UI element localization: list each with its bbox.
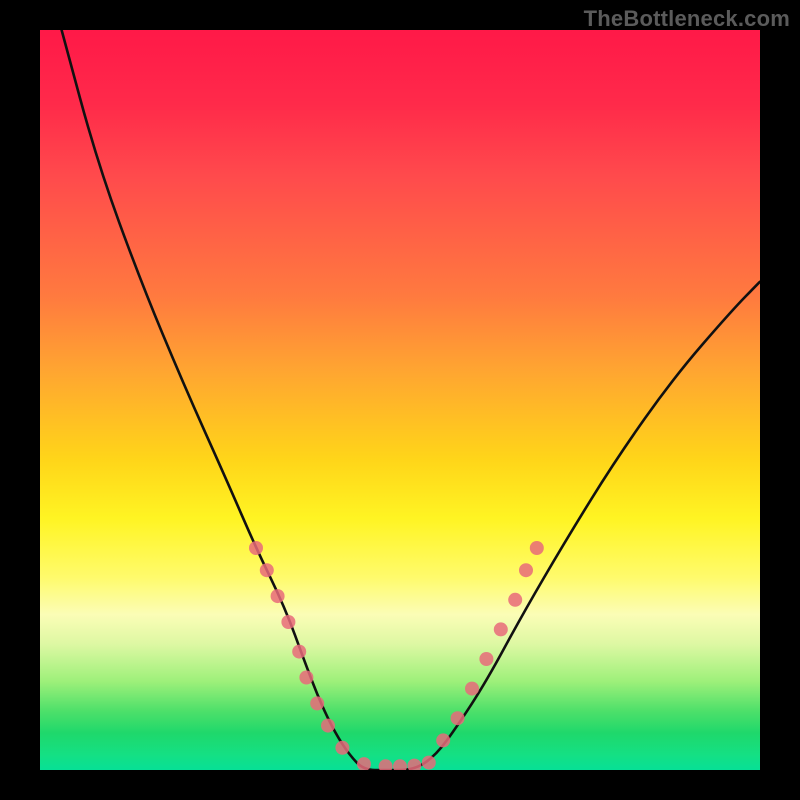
marker-dot — [530, 541, 544, 555]
marker-dot — [451, 711, 465, 725]
marker-dot — [436, 733, 450, 747]
marker-dot — [321, 719, 335, 733]
marker-group — [249, 541, 544, 770]
marker-dot — [494, 622, 508, 636]
marker-dot — [508, 593, 522, 607]
plot-area — [40, 30, 760, 770]
marker-dot — [299, 671, 313, 685]
marker-dot — [271, 589, 285, 603]
marker-dot — [465, 682, 479, 696]
marker-dot — [407, 759, 421, 770]
marker-dot — [393, 759, 407, 770]
marker-dot — [281, 615, 295, 629]
marker-dot — [357, 757, 371, 770]
curve-layer — [40, 30, 760, 770]
marker-dot — [379, 759, 393, 770]
marker-dot — [479, 652, 493, 666]
chart-stage: TheBottleneck.com — [0, 0, 800, 800]
marker-dot — [422, 756, 436, 770]
watermark-text: TheBottleneck.com — [584, 6, 790, 32]
marker-dot — [335, 741, 349, 755]
marker-dot — [249, 541, 263, 555]
marker-dot — [519, 563, 533, 577]
marker-dot — [292, 645, 306, 659]
marker-dot — [310, 696, 324, 710]
curve-path — [62, 30, 760, 770]
marker-dot — [260, 563, 274, 577]
